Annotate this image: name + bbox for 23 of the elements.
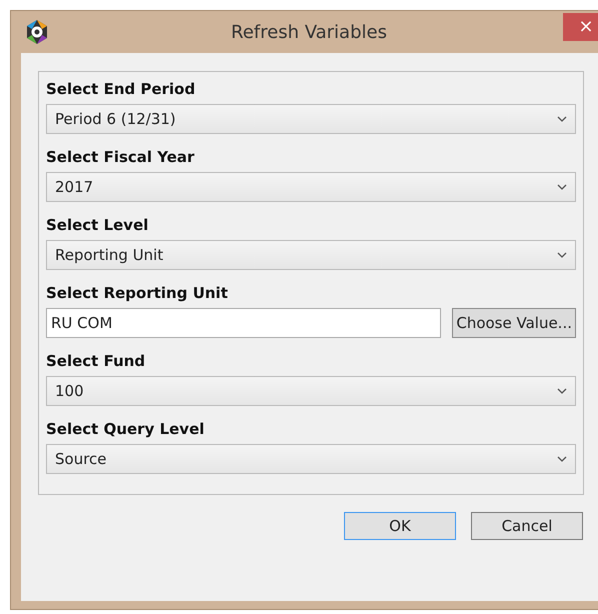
dropdown[interactable]: 100 bbox=[46, 376, 576, 406]
chevron-down-icon bbox=[557, 456, 567, 462]
close-button[interactable]: × bbox=[563, 13, 598, 41]
chevron-down-icon bbox=[557, 116, 567, 122]
choose-value-button[interactable]: Choose Value... bbox=[452, 308, 576, 338]
dropdown[interactable]: Source bbox=[46, 444, 576, 474]
field-label: Select Level bbox=[46, 216, 150, 234]
dropdown[interactable]: Period 6 (12/31) bbox=[46, 104, 576, 134]
dropdown[interactable]: Reporting Unit bbox=[46, 240, 576, 270]
chevron-down-icon bbox=[557, 388, 567, 394]
field-label: Select Fiscal Year bbox=[46, 148, 196, 166]
dialog-button[interactable]: Cancel bbox=[471, 512, 583, 540]
dialog-button[interactable]: OK bbox=[344, 512, 456, 540]
window-title: Refresh Variables bbox=[231, 22, 387, 42]
dropdown[interactable]: 2017 bbox=[46, 172, 576, 202]
field-label: Select Fund bbox=[46, 352, 146, 370]
chevron-down-icon bbox=[557, 252, 567, 258]
field-label: Select Reporting Unit bbox=[46, 284, 229, 302]
text-field[interactable]: RU COM bbox=[46, 308, 441, 338]
app-logo-icon bbox=[25, 19, 49, 45]
field-label: Select End Period bbox=[46, 80, 196, 98]
chevron-down-icon bbox=[557, 184, 567, 190]
field-label: Select Query Level bbox=[46, 420, 206, 438]
